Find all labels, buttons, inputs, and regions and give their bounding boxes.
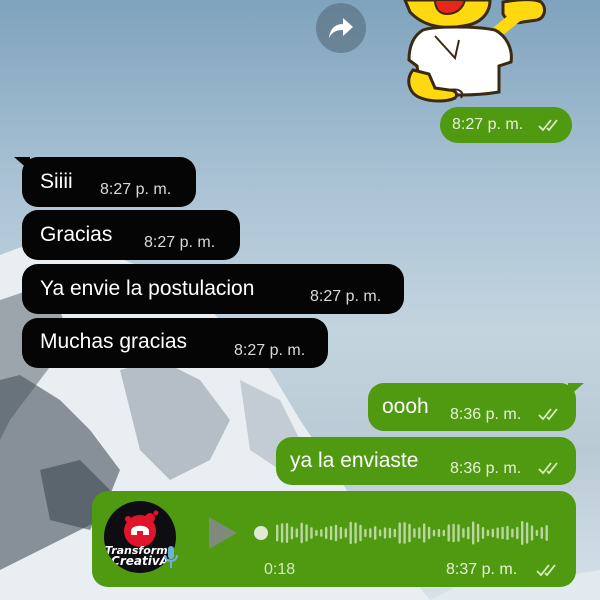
waveform-bar: [276, 524, 279, 542]
waveform-bar: [413, 528, 416, 538]
waveform-bar: [525, 522, 529, 544]
waveform-bar: [334, 524, 338, 542]
waveform-bar: [516, 526, 519, 540]
waveform-bar: [408, 523, 411, 543]
double-check-icon: [538, 119, 558, 132]
outgoing-message[interactable]: ya la enviaste 8:36 p. m.: [276, 437, 576, 485]
message-text: ya la enviaste: [290, 449, 419, 472]
waveform-bar: [388, 527, 392, 539]
forward-share-icon: [329, 18, 353, 38]
waveform-bar: [457, 524, 460, 542]
bubble-tail: [568, 383, 584, 397]
message-text: Ya envie la postulacion: [40, 277, 255, 300]
microphone-icon: [164, 546, 178, 568]
sticker-time-bubble: 8:27 p. m.: [440, 107, 572, 143]
waveform-bar: [511, 528, 514, 538]
waveform-bar: [349, 521, 352, 545]
waveform-bar: [300, 522, 303, 544]
message-time: 8:27 p. m.: [310, 288, 382, 305]
waveform-bar: [354, 522, 357, 544]
voice-message[interactable]: Transforma CreativA 0:18 8:37 p. m.: [92, 491, 576, 587]
waveform-bar: [305, 524, 308, 542]
waveform-bar: [462, 528, 465, 538]
message-text: Siiii: [40, 170, 73, 193]
message-time: 8:27 p. m.: [234, 342, 306, 359]
waveform-bar: [486, 529, 490, 537]
waveform-bar: [315, 529, 318, 537]
waveform-bar: [280, 523, 284, 543]
waveform-bar: [491, 528, 494, 538]
waveform-bar: [359, 524, 362, 542]
bubble-tail: [14, 157, 30, 171]
waveform-bar: [452, 523, 455, 543]
waveform-bar: [369, 528, 372, 538]
waveform-bar: [501, 526, 504, 540]
homer-thumbs-up-sticker: [403, 0, 546, 103]
message-text: Gracias: [40, 223, 113, 246]
waveform-bar: [521, 520, 524, 546]
waveform-bar: [398, 522, 401, 544]
play-icon[interactable]: [206, 515, 240, 551]
waveform-bar: [393, 528, 396, 538]
waveform-bar: [285, 523, 289, 543]
waveform-bar: [339, 526, 343, 540]
waveform-bar: [506, 525, 509, 541]
message-text: Muchas gracias: [40, 330, 188, 353]
double-check-icon: [538, 462, 558, 475]
waveform-bar: [325, 526, 328, 540]
message-time: 8:27 p. m.: [144, 234, 216, 251]
waveform-bar: [423, 523, 426, 543]
waveform-bar: [437, 528, 441, 538]
waveform-bar: [310, 527, 313, 539]
audio-waveform[interactable]: [252, 508, 552, 558]
outgoing-message[interactable]: oooh 8:36 p. m.: [368, 383, 584, 431]
double-check-icon: [536, 564, 556, 577]
waveform-bar: [496, 527, 499, 539]
waveform-bar: [427, 526, 431, 540]
waveform-bar: [472, 521, 475, 545]
waveform-bar: [383, 527, 387, 539]
waveform-bar: [403, 522, 406, 544]
waveform-bar: [481, 527, 485, 539]
message-time: 8:36 p. m.: [450, 406, 522, 423]
waveform-bar: [447, 524, 450, 542]
incoming-message[interactable]: Gracias 8:27 p. m.: [22, 210, 240, 260]
incoming-message[interactable]: Muchas gracias 8:27 p. m.: [22, 318, 328, 368]
waveform-bar: [476, 523, 480, 543]
waveform-bar: [467, 526, 470, 540]
waveform-bar: [530, 525, 534, 541]
waveform-bar: [535, 529, 539, 537]
message-time: 8:27 p. m.: [100, 181, 172, 198]
waveform-bar: [364, 528, 367, 538]
waveform-bar: [545, 525, 548, 541]
waveform-bar: [378, 529, 382, 537]
double-check-icon: [538, 408, 558, 421]
message-time: 8:37 p. m.: [446, 561, 518, 578]
message-time: 8:36 p. m.: [450, 460, 522, 477]
forward-button[interactable]: [316, 3, 366, 53]
playback-position-handle[interactable]: [254, 526, 268, 540]
waveform-bar: [442, 529, 445, 537]
incoming-message[interactable]: Ya envie la postulacion 8:27 p. m.: [22, 264, 404, 314]
sticker-message[interactable]: [395, 0, 555, 108]
waveform-bar: [329, 525, 333, 541]
message-text: oooh: [382, 395, 429, 418]
voice-duration: 0:18: [264, 561, 296, 578]
waveform-bar: [320, 529, 323, 537]
waveform-bar: [432, 529, 436, 537]
waveform-bar: [295, 528, 298, 538]
waveform-bar: [540, 527, 543, 539]
waveform-bar: [374, 526, 377, 540]
waveform-bar: [344, 528, 347, 538]
waveform-bar: [290, 526, 294, 540]
waveform-bar: [418, 527, 421, 539]
incoming-message[interactable]: Siiii 8:27 p. m.: [14, 157, 196, 207]
sticker-time: 8:27 p. m.: [452, 116, 524, 133]
